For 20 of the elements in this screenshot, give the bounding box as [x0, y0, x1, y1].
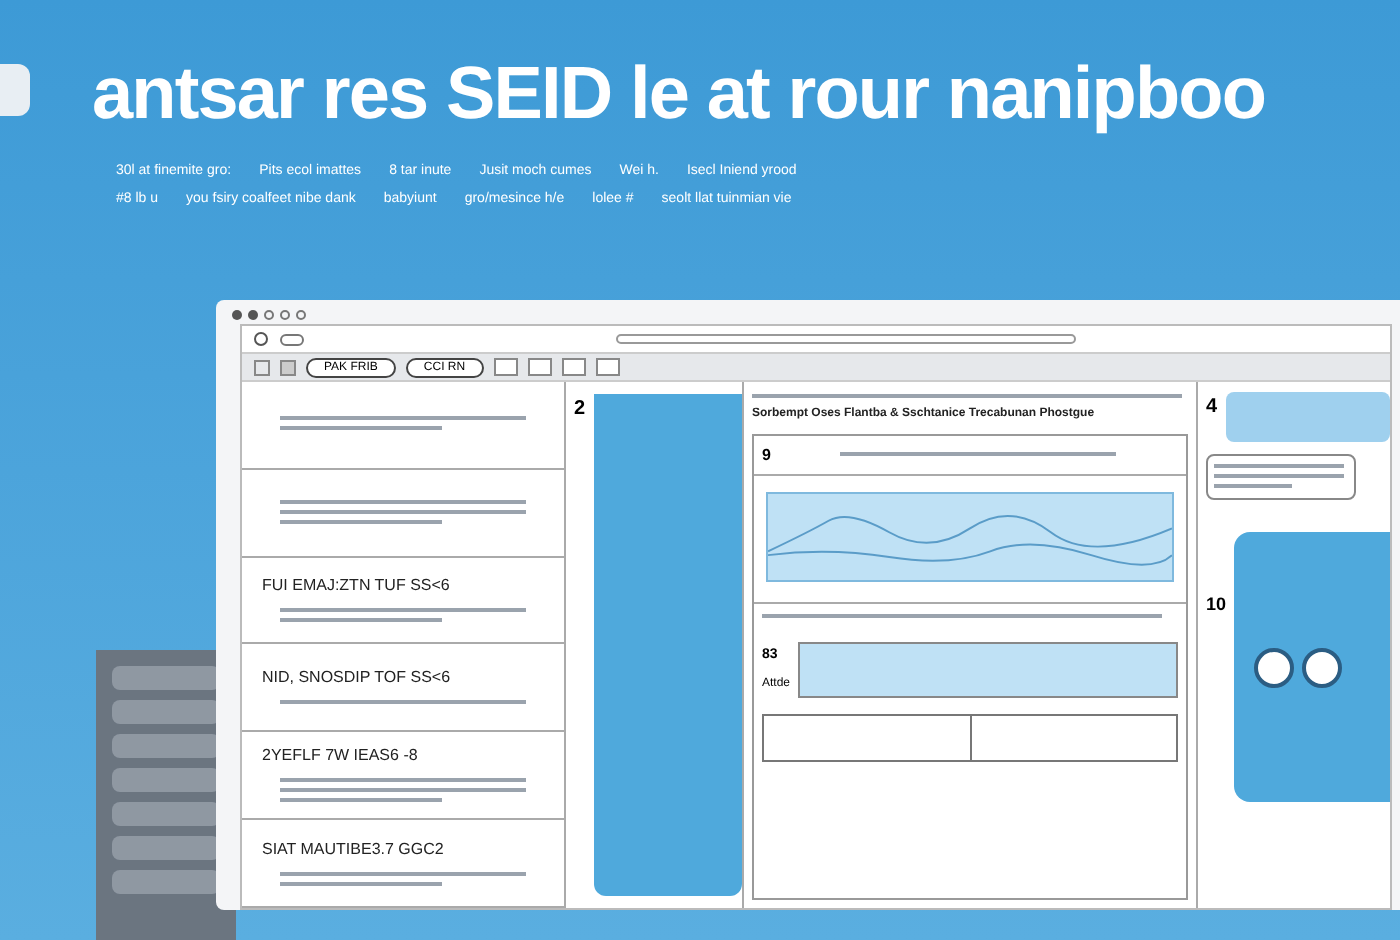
tool-icon[interactable]: [527, 358, 552, 376]
text-lines-drawing: [1214, 462, 1344, 492]
device-icon: [0, 64, 30, 116]
row-heading: FUI EMAJ:ZTN TUF SS<6: [262, 574, 452, 599]
tool-icon[interactable]: [595, 358, 620, 376]
column-number: 4: [1206, 394, 1218, 422]
row-heading: NID, SNOSDIP TOF SS<6: [262, 666, 453, 691]
column-number: 10: [1206, 592, 1227, 618]
section-number: 9: [762, 443, 771, 467]
tool-icon[interactable]: [561, 358, 586, 376]
row-heading: SIAT MAUTIBE3.7 GGC2: [262, 837, 446, 862]
row-heading: 2YEFLF 7W IEAS6 -8: [262, 744, 420, 769]
page-icon[interactable]: [254, 359, 270, 375]
input-field[interactable]: [798, 642, 1178, 698]
empty-field[interactable]: [762, 714, 971, 762]
empty-field[interactable]: [971, 714, 1178, 762]
headline: antsar res SEID le at rour nanipboo: [92, 56, 1267, 130]
column-number: 2: [574, 396, 586, 424]
image-icon[interactable]: [280, 359, 296, 375]
tool-icon[interactable]: [493, 358, 518, 376]
